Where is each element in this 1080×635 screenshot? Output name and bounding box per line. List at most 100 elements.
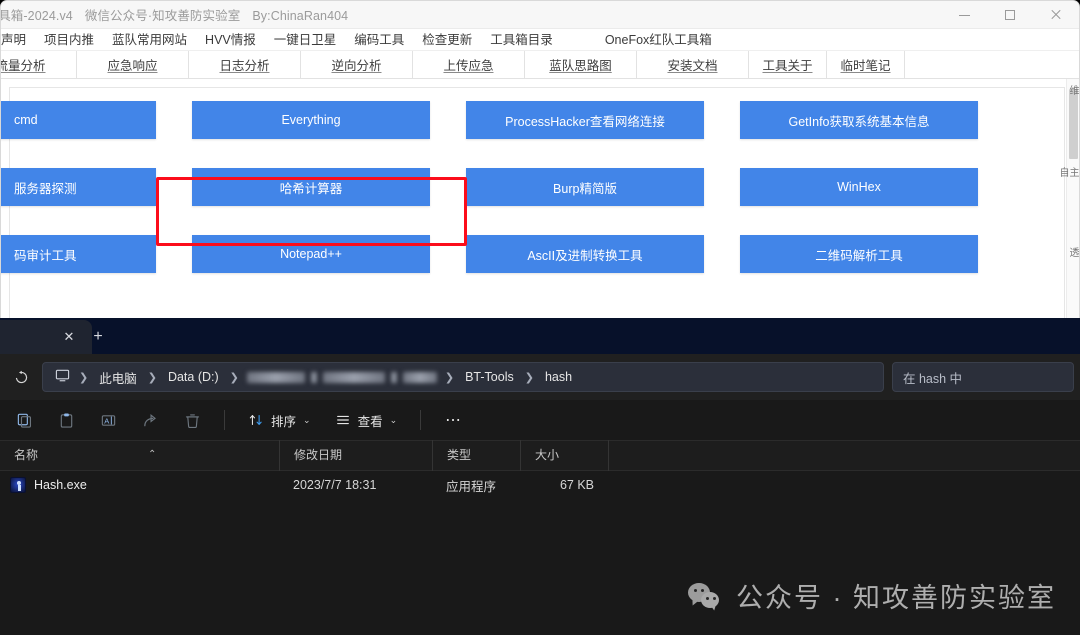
breadcrumb-separator: ❯: [79, 371, 89, 384]
rename-button[interactable]: A: [90, 404, 126, 436]
column-header-filler: [608, 440, 1080, 471]
table-row[interactable]: Hash.exe 2023/7/7 18:31 应用程序 67 KB: [0, 471, 1080, 499]
delete-button[interactable]: [174, 404, 210, 436]
more-options-button[interactable]: ⋯: [435, 404, 471, 436]
explorer-toolbar: A 排序 ⌄ 查看 ⌄ ⋯: [0, 400, 1080, 440]
tool-button-row: cmd Everything ProcessHacker查看网络连接 GetIn…: [1, 101, 1064, 139]
share-button[interactable]: [132, 404, 168, 436]
menu-item-project-referral[interactable]: 项目内推: [35, 29, 103, 51]
chevron-down-icon: ⌄: [389, 414, 398, 425]
explorer-navbar: ❯ 此电脑 ❯ Data (D:) ❯ ❯ BT-Tools ❯ hash 在 …: [0, 354, 1080, 400]
tool-button-qrcode-parser[interactable]: 二维码解析工具: [740, 235, 978, 273]
svg-text:A: A: [104, 416, 110, 425]
tool-button-cmd[interactable]: cmd: [1, 101, 156, 139]
toolbar-divider: [224, 410, 225, 430]
sort-label: 排序: [271, 414, 297, 429]
file-name-label: Hash.exe: [34, 478, 87, 492]
refresh-icon: [15, 370, 27, 383]
file-name-cell[interactable]: Hash.exe: [0, 477, 279, 493]
tool-button-everything[interactable]: Everything: [192, 101, 430, 139]
explorer-tabstrip: ✕ +: [0, 318, 1080, 354]
toolbox-scrollbar[interactable]: [1066, 79, 1079, 329]
tool-button-ascii-converter[interactable]: AscII及进制转换工具: [466, 235, 704, 273]
tab-blueteam-mindmap[interactable]: 蓝队思路图: [525, 51, 637, 78]
file-date-cell: 2023/7/7 18:31: [293, 478, 377, 492]
watermark-text: 公众号 · 知攻善防实验室: [736, 583, 1056, 613]
sort-icon: [249, 415, 262, 425]
sort-button[interactable]: 排序 ⌄: [239, 404, 320, 436]
file-type-cell: 应用程序: [446, 479, 497, 494]
tool-button-winhex[interactable]: WinHex: [740, 168, 978, 206]
close-button[interactable]: [1033, 1, 1079, 29]
breadcrumb[interactable]: ❯ 此电脑 ❯ Data (D:) ❯ ❯ BT-Tools ❯ hash: [42, 362, 884, 392]
side-label-3: 透: [1067, 247, 1078, 257]
toolbox-menubar: 免责声明 项目内推 蓝队常用网站 HVV情报 一键日卫星 编码工具 检查更新 工…: [1, 29, 1079, 51]
breadcrumb-separator: ❯: [444, 371, 455, 384]
tool-button-getinfo[interactable]: GetInfo获取系统基本信息: [740, 101, 978, 139]
exe-file-icon: [10, 477, 26, 493]
breadcrumb-item-redacted-2[interactable]: [310, 371, 317, 383]
refresh-button[interactable]: [6, 362, 36, 392]
tab-temp-notes[interactable]: 临时笔记: [827, 51, 905, 78]
copy-button[interactable]: [6, 404, 42, 436]
toolbox-window: 应工具箱-2024.v4微信公众号·知攻善防实验室By:ChinaRan404 …: [0, 0, 1080, 330]
tool-button-server-probe[interactable]: 服务器探测: [1, 168, 156, 206]
column-header-type[interactable]: 类型: [432, 440, 520, 471]
share-icon: [143, 413, 156, 426]
view-button[interactable]: 查看 ⌄: [326, 404, 407, 436]
breadcrumb-item-redacted-5[interactable]: [402, 371, 437, 383]
column-header-size[interactable]: 大小: [520, 440, 608, 471]
menu-item-blueteam-sites[interactable]: 蓝队常用网站: [103, 29, 196, 51]
tab-close-icon[interactable]: ✕: [58, 326, 80, 348]
menu-item-hvv-intel[interactable]: HVV情报: [196, 29, 265, 51]
maximize-button[interactable]: [987, 1, 1033, 29]
scrollbar-thumb[interactable]: [1069, 89, 1078, 159]
tool-button-row: 码审计工具 Notepad++ AscII及进制转换工具 二维码解析工具: [1, 235, 1064, 273]
rename-icon: A: [101, 414, 115, 426]
breadcrumb-item-bt-tools[interactable]: BT-Tools: [459, 368, 520, 386]
this-pc-icon[interactable]: [51, 368, 74, 386]
menu-item-toolbox-directory[interactable]: 工具箱目录: [481, 29, 562, 51]
breadcrumb-separator: ❯: [524, 371, 534, 384]
breadcrumb-item-hash[interactable]: hash: [539, 368, 578, 386]
tab-log-analysis[interactable]: 日志分析: [189, 51, 301, 78]
menu-item-disclaimer[interactable]: 免责声明: [1, 29, 35, 51]
search-placeholder: 在 hash 中: [903, 371, 963, 386]
tool-button-processhacker[interactable]: ProcessHacker查看网络连接: [466, 101, 704, 139]
explorer-tab-active[interactable]: ✕: [0, 320, 92, 354]
tab-about[interactable]: 工具关于: [749, 51, 827, 78]
toolbox-panel: cmd Everything ProcessHacker查看网络连接 GetIn…: [1, 87, 1065, 329]
close-icon: [1050, 9, 1062, 21]
column-header-date[interactable]: 修改日期: [279, 440, 432, 471]
menu-item-one-click[interactable]: 一键日卫星: [265, 29, 346, 51]
minimize-button[interactable]: [941, 1, 987, 29]
breadcrumb-item-redacted-3[interactable]: [322, 371, 385, 383]
tab-install-docs[interactable]: 安装文档: [637, 51, 749, 78]
tab-reverse-analysis[interactable]: 逆向分析: [301, 51, 413, 78]
tab-incident-response[interactable]: 应急响应: [77, 51, 189, 78]
search-input[interactable]: 在 hash 中: [892, 362, 1074, 392]
sort-ascending-icon: ⌃: [148, 449, 157, 460]
paste-button[interactable]: [48, 404, 84, 436]
menu-item-onefox-toolbox[interactable]: OneFox红队工具箱: [596, 29, 721, 51]
tool-button-hash-calculator[interactable]: 哈希计算器: [192, 168, 430, 206]
tab-upload-emergency[interactable]: 上传应急: [413, 51, 525, 78]
tool-button-code-audit[interactable]: 码审计工具: [1, 235, 156, 273]
breadcrumb-item-redacted-1[interactable]: [246, 371, 305, 383]
breadcrumb-item-this-pc[interactable]: 此电脑: [93, 366, 143, 389]
breadcrumb-item-redacted-4[interactable]: [390, 371, 397, 383]
menu-item-encoding-tools[interactable]: 编码工具: [345, 29, 413, 51]
tab-traffic-analysis[interactable]: 流量分析: [1, 51, 77, 78]
new-tab-button[interactable]: +: [86, 325, 110, 349]
file-list: Hash.exe 2023/7/7 18:31 应用程序 67 KB: [0, 471, 1080, 499]
window-controls: [941, 1, 1079, 29]
side-label-2: 主自: [1057, 167, 1078, 177]
menu-item-check-update[interactable]: 检查更新: [413, 29, 481, 51]
minimize-icon: [958, 14, 970, 16]
column-headers: 名称 ⌃ 修改日期 类型 大小: [0, 440, 1080, 471]
tool-button-notepadpp[interactable]: Notepad++: [192, 235, 430, 273]
column-header-name[interactable]: 名称 ⌃: [0, 440, 279, 471]
tool-button-burp-lite[interactable]: Burp精简版: [466, 168, 704, 206]
file-size-cell: 67 KB: [559, 478, 594, 492]
breadcrumb-item-data-drive[interactable]: Data (D:): [162, 368, 225, 386]
